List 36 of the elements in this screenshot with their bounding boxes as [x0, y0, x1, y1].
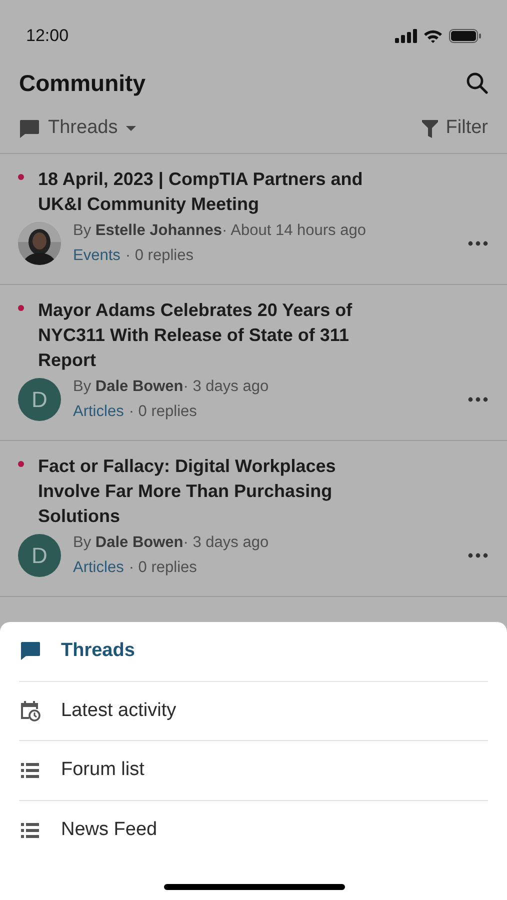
- signal-icon: [395, 29, 417, 43]
- menu-item[interactable]: News Feed: [19, 800, 488, 860]
- more-icon[interactable]: [468, 552, 488, 558]
- category-link[interactable]: Events: [73, 243, 120, 268]
- funnel-icon: [422, 120, 438, 138]
- chat-icon: [20, 641, 40, 662]
- thread-title[interactable]: Mayor Adams Celebrates 20 Years of NYC311 With Release of State of 311 Report: [38, 298, 388, 373]
- reply-count: · 0 replies: [128, 402, 197, 422]
- search-icon[interactable]: [466, 72, 488, 94]
- caret-icon: [126, 126, 136, 132]
- avatar: D: [18, 378, 61, 420]
- filter-button[interactable]: Filter: [422, 114, 488, 143]
- more-icon[interactable]: [468, 396, 488, 402]
- status-time: 12:00: [26, 25, 69, 48]
- menu-item[interactable]: Forum list: [19, 741, 488, 800]
- category-link[interactable]: Articles: [73, 555, 124, 580]
- list-icon: [21, 762, 39, 778]
- list-icon: [21, 822, 39, 838]
- threads-dropdown[interactable]: Threads: [19, 114, 136, 143]
- byline: By Dale Bowen· 3 days ago: [73, 377, 270, 397]
- thread-title[interactable]: 18 April, 2023 | CompTIA Partners and UK&I Community Meeting: [38, 167, 388, 217]
- more-icon[interactable]: [468, 240, 488, 246]
- menu-item[interactable]: Threads: [19, 622, 488, 682]
- chat-icon: [19, 118, 40, 138]
- byline: By Estelle Johannes· About 14 hours ago: [73, 221, 367, 241]
- category-link[interactable]: Articles: [73, 399, 124, 424]
- calendar-clock-icon: [20, 700, 40, 722]
- avatar: D: [18, 534, 61, 576]
- battery-icon: [449, 29, 481, 43]
- thread-title[interactable]: Fact or Fallacy: Digital Workplaces Involve Far More Than Purchasing Solutions: [38, 454, 388, 529]
- page-title: Community: [19, 68, 146, 98]
- wifi-icon: [423, 29, 443, 43]
- menu-item[interactable]: Latest activity: [19, 682, 488, 741]
- reply-count: · 0 replies: [128, 558, 197, 578]
- byline: By Dale Bowen· 3 days ago: [73, 533, 270, 553]
- reply-count: · 0 replies: [125, 246, 194, 266]
